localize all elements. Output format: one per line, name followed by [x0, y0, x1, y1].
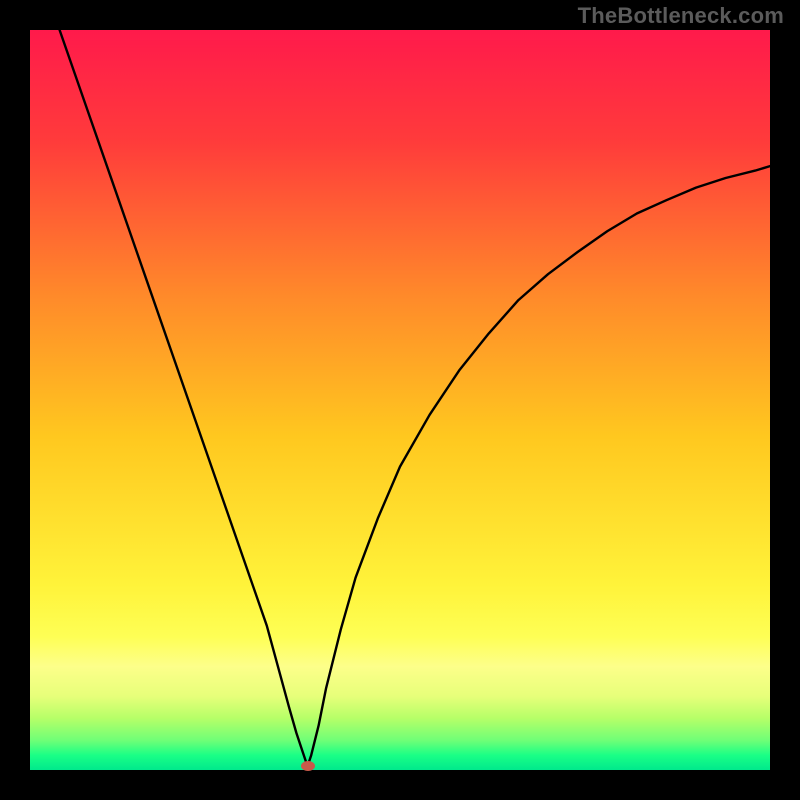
chart-frame: TheBottleneck.com [0, 0, 800, 800]
bottleneck-curve [30, 30, 770, 770]
optimal-point-marker [301, 761, 315, 771]
plot-area [30, 30, 770, 770]
watermark-label: TheBottleneck.com [578, 3, 784, 29]
